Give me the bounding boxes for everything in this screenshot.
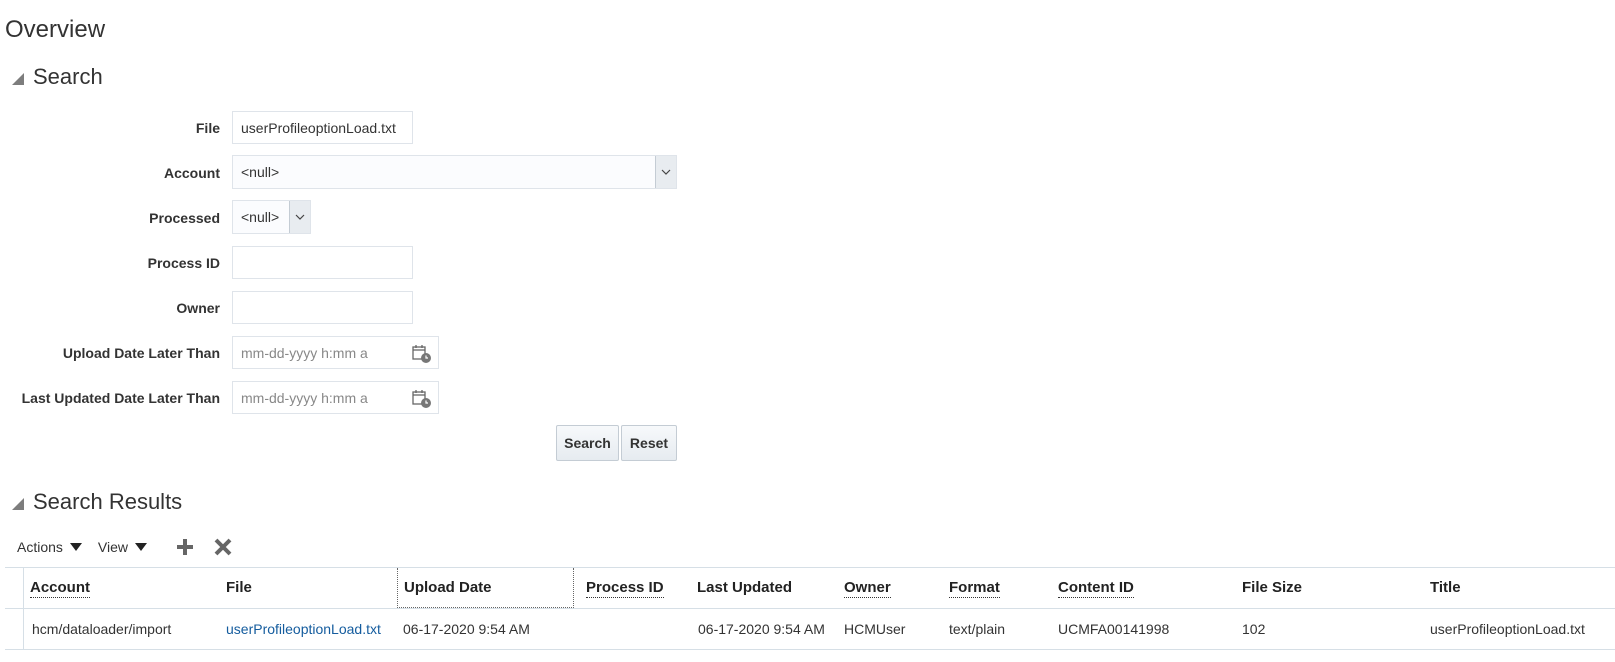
file-input[interactable]: userProfileoptionLoad.txt (232, 111, 413, 144)
results-table: Account File Upload Date Process ID Last… (5, 567, 1615, 650)
account-select-value: <null> (241, 164, 280, 180)
results-toolbar: Actions View (17, 537, 233, 557)
table-row[interactable]: hcm/dataloader/import userProfileoptionL… (5, 609, 1615, 650)
collapse-triangle-icon[interactable] (12, 498, 24, 510)
upload-date-placeholder: mm-dd-yyyy h:mm a (241, 344, 368, 361)
column-header-owner[interactable]: Owner (844, 568, 891, 608)
view-menu[interactable]: View (97, 539, 148, 555)
cell-file-link[interactable]: userProfileoptionLoad.txt (226, 609, 381, 649)
row-selector-gutter (5, 609, 24, 649)
column-header-format[interactable]: Format (949, 568, 1000, 608)
results-section-title: Search Results (33, 489, 183, 514)
chevron-down-icon[interactable] (655, 156, 676, 188)
view-menu-label: View (97, 539, 129, 555)
table-header-row: Account File Upload Date Process ID Last… (5, 567, 1615, 609)
owner-label: Owner (176, 300, 220, 316)
caret-down-icon (135, 543, 148, 551)
calendar-clock-icon[interactable] (412, 389, 432, 412)
column-header-title[interactable]: Title (1430, 568, 1461, 608)
reset-button[interactable]: Reset (621, 425, 677, 461)
cell-last-updated: 06-17-2020 9:54 AM (698, 621, 825, 637)
column-header-file[interactable]: File (226, 568, 252, 608)
actions-menu-label: Actions (17, 539, 63, 555)
results-section-header[interactable]: Search Results (12, 489, 182, 515)
cell-upload-date: 06-17-2020 9:54 AM (403, 621, 530, 637)
last-updated-label: Last Updated Date Later Than (21, 390, 220, 406)
calendar-clock-icon[interactable] (412, 344, 432, 367)
cell-file-size: 102 (1242, 621, 1266, 637)
cell-account: hcm/dataloader/import (32, 621, 172, 637)
cell-owner: HCMUser (844, 621, 906, 637)
processed-select[interactable]: <null> (232, 200, 311, 234)
processed-select-value: <null> (241, 209, 280, 225)
actions-menu[interactable]: Actions (17, 539, 82, 555)
processed-label: Processed (149, 210, 220, 226)
column-header-last-updated[interactable]: Last Updated (697, 568, 792, 608)
owner-input[interactable] (232, 291, 413, 324)
search-section-header[interactable]: Search (12, 64, 103, 90)
upload-date-input[interactable]: mm-dd-yyyy h:mm a (232, 336, 439, 369)
search-section-title: Search (33, 64, 103, 89)
cell-title: userProfileoptionLoad.txt (1430, 621, 1585, 637)
last-updated-placeholder: mm-dd-yyyy h:mm a (241, 389, 368, 406)
last-updated-input[interactable]: mm-dd-yyyy h:mm a (232, 381, 439, 414)
caret-down-icon (69, 543, 82, 551)
column-header-upload-date[interactable]: Upload Date (404, 568, 492, 608)
cell-format: text/plain (949, 621, 1006, 637)
upload-date-label: Upload Date Later Than (62, 345, 220, 361)
process-id-input[interactable] (232, 246, 413, 279)
chevron-down-icon[interactable] (289, 201, 310, 233)
column-header-content-id[interactable]: Content ID (1058, 568, 1134, 608)
x-icon[interactable] (213, 537, 233, 557)
process-id-label: Process ID (147, 255, 220, 271)
column-header-file-size[interactable]: File Size (1242, 568, 1302, 608)
column-header-process-id[interactable]: Process ID (586, 568, 664, 608)
cell-content-id: UCMFA00141998 (1058, 621, 1170, 637)
row-selector-gutter (5, 568, 24, 608)
account-label: Account (164, 165, 220, 181)
column-header-account[interactable]: Account (30, 568, 90, 608)
collapse-triangle-icon[interactable] (12, 73, 24, 85)
file-label: File (195, 120, 220, 136)
account-select[interactable]: <null> (232, 155, 677, 189)
search-button[interactable]: Search (556, 425, 619, 461)
plus-icon[interactable] (175, 537, 195, 557)
page-title: Overview (5, 16, 106, 43)
